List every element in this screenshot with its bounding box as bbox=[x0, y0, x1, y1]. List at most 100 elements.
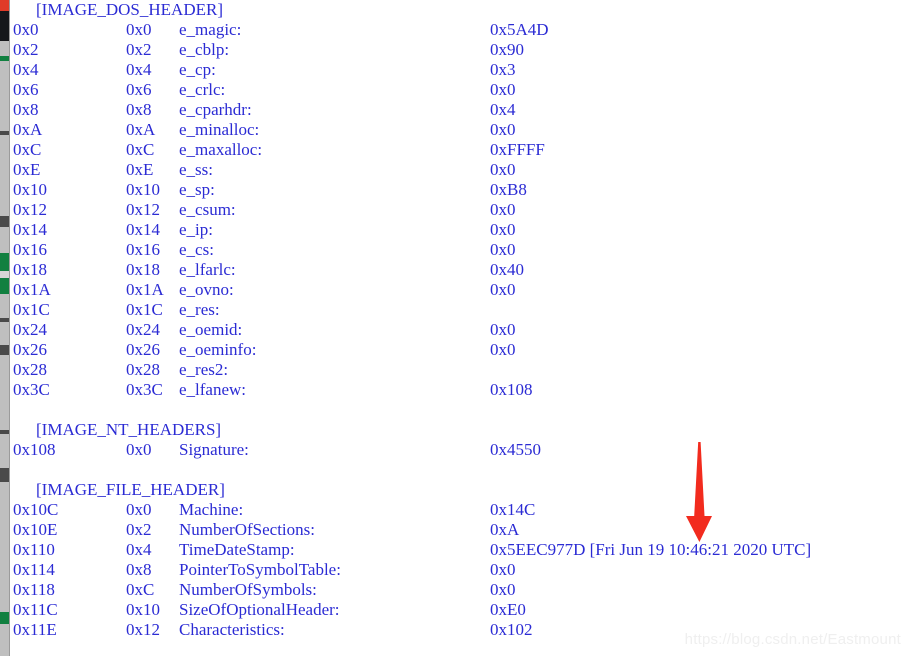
field-raw-offset: 0x11C bbox=[13, 600, 58, 619]
field-rva-offset: 0x18 bbox=[126, 260, 160, 279]
field-rva-offset: 0x4 bbox=[126, 540, 152, 559]
site-watermark: https://blog.csdn.net/Eastmount bbox=[684, 631, 901, 648]
field-row: 0x10 0x10 e_sp: 0xB8 bbox=[11, 180, 909, 200]
field-value: 0x4 bbox=[490, 100, 516, 119]
field-raw-offset: 0x6 bbox=[13, 80, 39, 99]
gutter-divider bbox=[9, 0, 10, 656]
field-row: 0xE 0xE e_ss: 0x0 bbox=[11, 160, 909, 180]
field-value: 0x0 bbox=[490, 280, 516, 299]
gutter-marker-dark bbox=[0, 131, 9, 135]
field-name: e_crlc: bbox=[179, 80, 226, 99]
field-rva-offset: 0x16 bbox=[126, 240, 160, 259]
field-name: e_oemid: bbox=[179, 320, 243, 339]
field-value: 0x90 bbox=[490, 40, 524, 59]
editor-gutter-strip[interactable] bbox=[0, 0, 9, 656]
field-rva-offset: 0x8 bbox=[126, 560, 152, 579]
field-name: e_cparhdr: bbox=[179, 100, 252, 119]
field-value: 0x0 bbox=[490, 240, 516, 259]
field-rva-offset: 0x26 bbox=[126, 340, 160, 359]
gutter-marker-green bbox=[0, 278, 9, 294]
field-value: 0x0 bbox=[490, 80, 516, 99]
field-value: 0x0 bbox=[490, 160, 516, 179]
field-rva-offset: 0x12 bbox=[126, 620, 160, 639]
field-raw-offset: 0x4 bbox=[13, 60, 39, 79]
field-raw-offset: 0x26 bbox=[13, 340, 47, 359]
field-name: e_csum: bbox=[179, 200, 236, 219]
field-name: e_lfanew: bbox=[179, 380, 247, 399]
field-name: e_res: bbox=[179, 300, 220, 319]
field-row: 0x24 0x24 e_oemid: 0x0 bbox=[11, 320, 909, 340]
field-value: 0x0 bbox=[490, 560, 516, 579]
field-name: e_ovno: bbox=[179, 280, 234, 299]
field-raw-offset: 0x16 bbox=[13, 240, 47, 259]
field-raw-offset: 0x118 bbox=[13, 580, 55, 599]
field-name: e_cp: bbox=[179, 60, 216, 79]
field-row: 0x118 0xC NumberOfSymbols: 0x0 bbox=[11, 580, 909, 600]
section-header-label: [IMAGE_NT_HEADERS] bbox=[36, 420, 222, 439]
field-row: 0x10C 0x0 Machine: 0x14C bbox=[11, 500, 909, 520]
gutter-marker-light bbox=[0, 271, 9, 278]
section-header-row: [IMAGE_FILE_HEADER] bbox=[11, 480, 909, 500]
field-name: Machine: bbox=[179, 500, 244, 519]
field-row: 0x4 0x4 e_cp: 0x3 bbox=[11, 60, 909, 80]
field-rva-offset: 0x4 bbox=[126, 60, 152, 79]
field-rva-offset: 0x6 bbox=[126, 80, 152, 99]
field-name: e_maxalloc: bbox=[179, 140, 263, 159]
field-value: 0x0 bbox=[490, 320, 516, 339]
field-raw-offset: 0x10E bbox=[13, 520, 58, 539]
field-row: 0x8 0x8 e_cparhdr: 0x4 bbox=[11, 100, 909, 120]
field-row: 0x110 0x4 TimeDateStamp: 0x5EEC977D [Fri Ju… bbox=[11, 540, 909, 560]
field-row: 0x0 0x0 e_magic: 0x5A4D bbox=[11, 20, 909, 40]
field-rva-offset: 0x10 bbox=[126, 600, 160, 619]
field-rva-offset: 0x28 bbox=[126, 360, 160, 379]
field-value: 0x0 bbox=[490, 340, 516, 359]
field-raw-offset: 0x10C bbox=[13, 500, 59, 519]
field-value: 0x5EEC977D [Fri Jun 19 10:46:21 2020 UTC… bbox=[490, 540, 812, 559]
field-value: 0xA bbox=[490, 520, 520, 539]
section-header-label: [IMAGE_FILE_HEADER] bbox=[36, 480, 225, 499]
field-raw-offset: 0x24 bbox=[13, 320, 47, 339]
field-name: TimeDateStamp: bbox=[179, 540, 295, 559]
field-value: 0x40 bbox=[490, 260, 524, 279]
field-row: 0x10E 0x2 NumberOfSections: 0xA bbox=[11, 520, 909, 540]
field-row: 0x16 0x16 e_cs: 0x0 bbox=[11, 240, 909, 260]
field-name: e_res2: bbox=[179, 360, 229, 379]
field-rva-offset: 0x2 bbox=[126, 40, 152, 59]
gutter-marker-dark bbox=[0, 216, 9, 227]
field-raw-offset: 0x11E bbox=[13, 620, 57, 639]
section-header-row: [IMAGE_NT_HEADERS] bbox=[11, 420, 909, 440]
field-name: e_minalloc: bbox=[179, 120, 260, 139]
field-name: e_oeminfo: bbox=[179, 340, 257, 359]
gutter-marker-green bbox=[0, 56, 9, 61]
field-row: 0x2 0x2 e_cblp: 0x90 bbox=[11, 40, 909, 60]
field-raw-offset: 0x14 bbox=[13, 220, 47, 239]
field-raw-offset: 0x3C bbox=[13, 380, 50, 399]
field-raw-offset: 0x18 bbox=[13, 260, 47, 279]
field-name: NumberOfSections: bbox=[179, 520, 315, 539]
field-rva-offset: 0x3C bbox=[126, 380, 163, 399]
field-raw-offset: 0x1C bbox=[13, 300, 50, 319]
field-raw-offset: 0x1A bbox=[13, 280, 51, 299]
gutter-marker-black bbox=[0, 11, 9, 41]
field-rva-offset: 0x2 bbox=[126, 520, 152, 539]
field-rva-offset: 0xC bbox=[126, 580, 155, 599]
field-row: 0x114 0x8 PointerToSymbolTable: 0x0 bbox=[11, 560, 909, 580]
gutter-marker-green bbox=[0, 253, 9, 271]
field-value: 0x3 bbox=[490, 60, 516, 79]
field-value: 0x4550 bbox=[490, 440, 541, 459]
field-value: 0x102 bbox=[490, 620, 533, 639]
field-name: e_cs: bbox=[179, 240, 214, 259]
field-raw-offset: 0xA bbox=[13, 120, 43, 139]
field-raw-offset: 0x10 bbox=[13, 180, 47, 199]
gutter-marker-dark bbox=[0, 318, 9, 322]
field-rva-offset: 0xE bbox=[126, 160, 154, 179]
field-rva-offset: 0xA bbox=[126, 120, 156, 139]
field-name: e_sp: bbox=[179, 180, 215, 199]
field-row: 0xC 0xC e_maxalloc: 0xFFFF bbox=[11, 140, 909, 160]
field-value: 0x14C bbox=[490, 500, 536, 519]
field-row: 0x11C 0x10 SizeOfOptionalHeader: 0xE0 bbox=[11, 600, 909, 620]
field-row: 0x6 0x6 e_crlc: 0x0 bbox=[11, 80, 909, 100]
field-raw-offset: 0x28 bbox=[13, 360, 47, 379]
field-name: e_cblp: bbox=[179, 40, 230, 59]
field-name: e_ip: bbox=[179, 220, 213, 239]
